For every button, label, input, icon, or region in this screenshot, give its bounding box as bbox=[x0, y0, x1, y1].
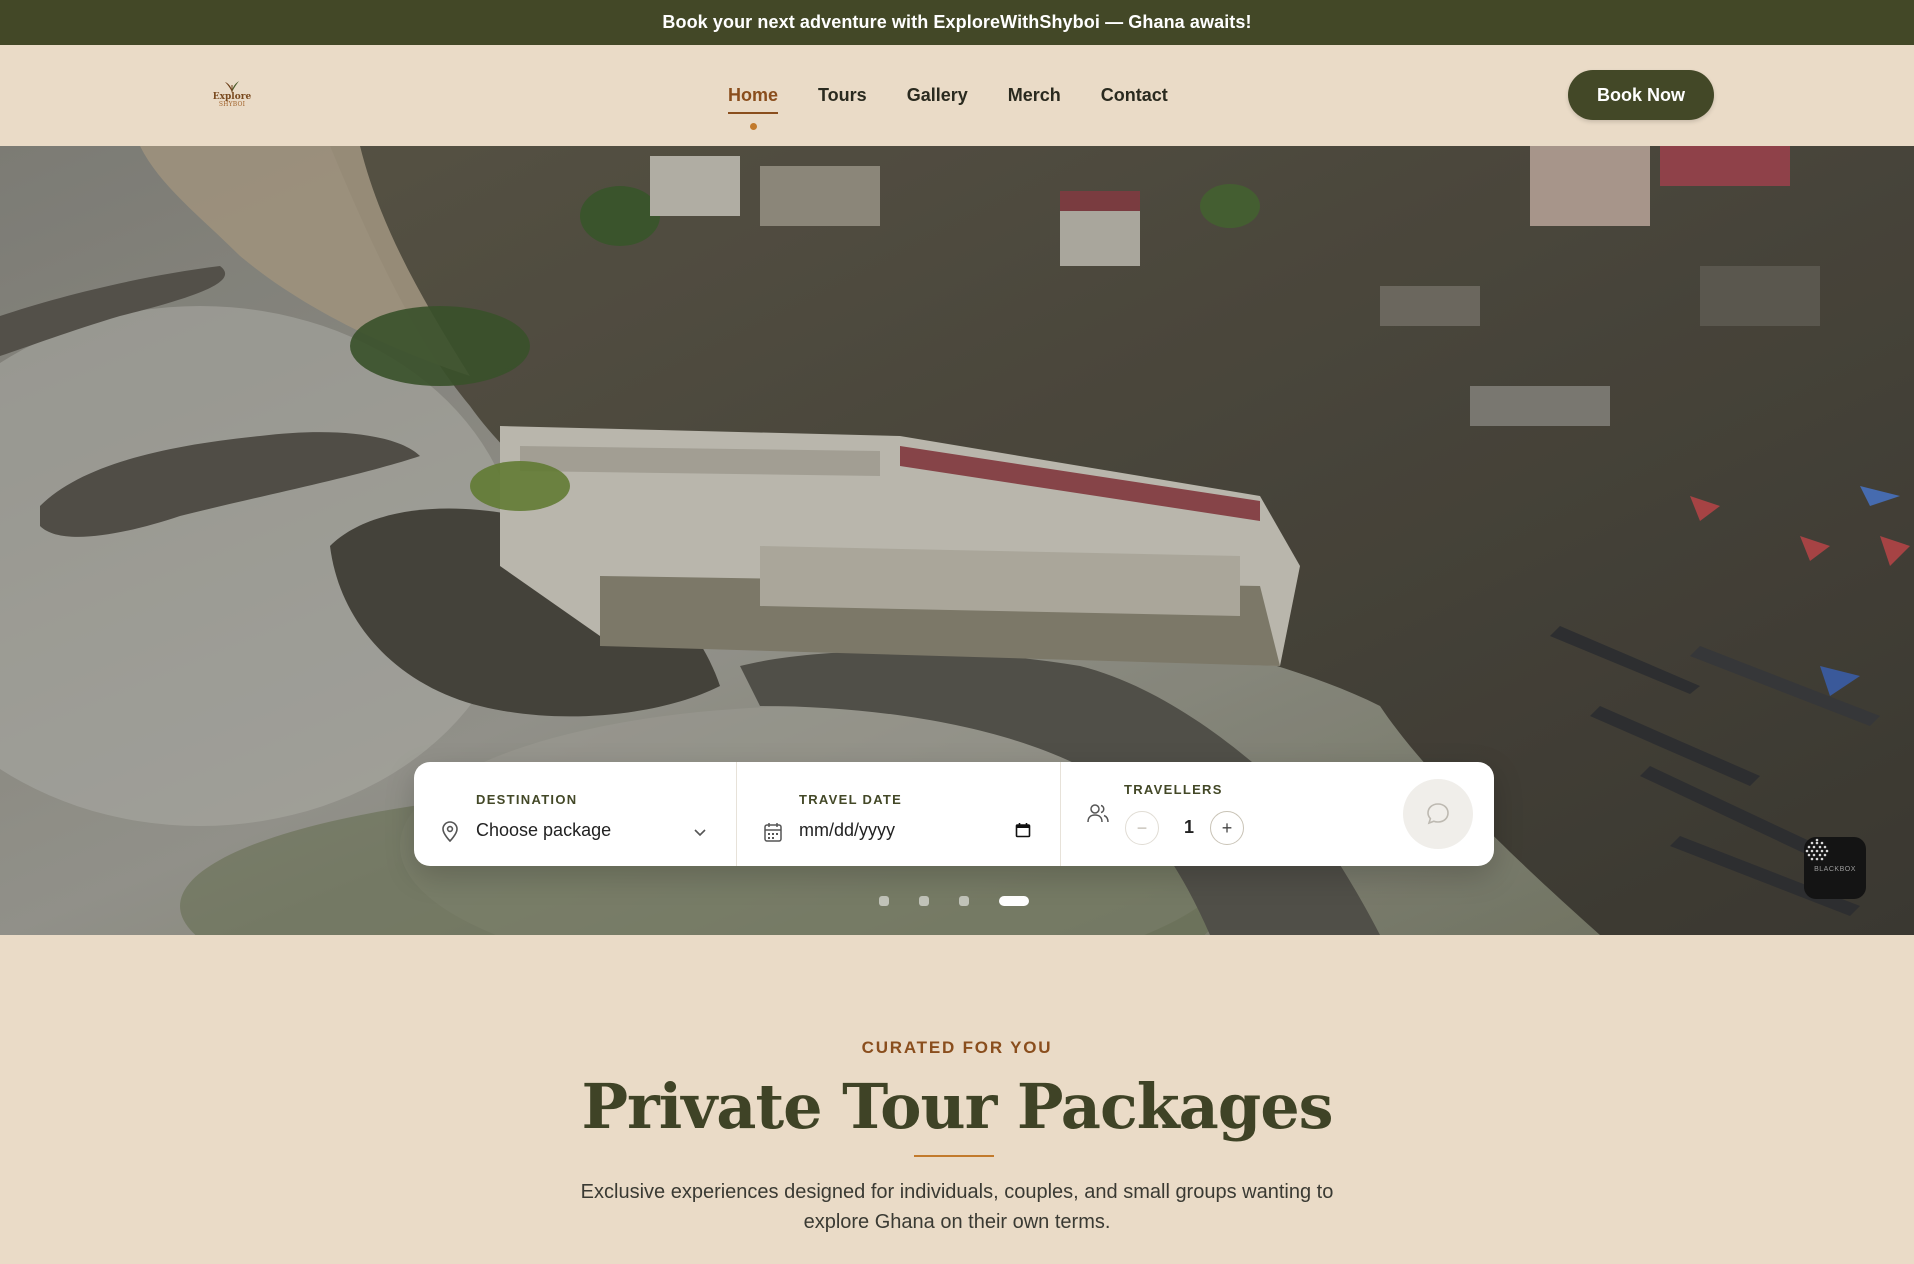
map-pin-icon bbox=[442, 821, 458, 843]
section-description: Exclusive experiences designed for indiv… bbox=[580, 1181, 1334, 1233]
section-title: Private Tour Packages bbox=[581, 1070, 1333, 1143]
chevron-down-icon[interactable] bbox=[693, 828, 707, 838]
travellers-increment-button[interactable]: + bbox=[1210, 811, 1244, 845]
active-indicator-dot bbox=[750, 123, 757, 130]
title-divider bbox=[914, 1155, 994, 1157]
carousel-dots bbox=[879, 895, 1029, 907]
main-nav: Home Tours Gallery Merch Contact bbox=[728, 45, 1208, 146]
site-header: Explore SHYBOI Home Tours Gallery Merch … bbox=[0, 45, 1914, 146]
blackbox-label: BLACKBOX bbox=[1814, 865, 1856, 873]
travellers-decrement-button[interactable]: − bbox=[1125, 811, 1159, 845]
travellers-count: 1 bbox=[1184, 817, 1195, 837]
blackbox-badge[interactable]: BLACKBOX bbox=[1804, 837, 1866, 899]
site-logo[interactable]: Explore SHYBOI bbox=[212, 75, 252, 111]
nav-contact[interactable]: Contact bbox=[1101, 85, 1168, 106]
nav-home-label: Home bbox=[728, 85, 779, 105]
logo-subtext: SHYBOI bbox=[218, 100, 246, 108]
users-icon bbox=[1087, 804, 1109, 823]
announcement-text: Book your next adventure with ExploreWit… bbox=[662, 12, 1252, 32]
travel-date-field[interactable]: TRAVEL DATE mm/dd/yyyy bbox=[737, 762, 1061, 866]
blackbox-logo-icon bbox=[1805, 838, 1829, 861]
carousel-dot-4[interactable] bbox=[999, 896, 1029, 906]
nav-tours[interactable]: Tours bbox=[818, 85, 867, 106]
carousel-dot-1[interactable] bbox=[879, 896, 889, 906]
nav-home[interactable]: Home bbox=[728, 85, 779, 130]
nav-contact-label: Contact bbox=[1100, 85, 1168, 105]
travel-date-label: TRAVEL DATE bbox=[799, 792, 903, 807]
nav-merch-label: Merch bbox=[1007, 85, 1061, 105]
date-picker-icon[interactable] bbox=[1015, 822, 1031, 838]
travel-date-input[interactable]: mm/dd/yyyy bbox=[799, 820, 895, 841]
booking-search-widget: DESTINATION Choose package TRAVEL DATE m… bbox=[414, 762, 1494, 866]
travellers-label: TRAVELLERS bbox=[1124, 782, 1223, 797]
destination-select[interactable]: Choose package bbox=[476, 820, 611, 841]
logo-wordmark: Explore bbox=[212, 91, 252, 102]
travellers-field: TRAVELLERS − 1 + bbox=[1061, 762, 1494, 866]
destination-field[interactable]: DESTINATION Choose package bbox=[414, 762, 737, 866]
nav-merch[interactable]: Merch bbox=[1008, 85, 1061, 106]
calendar-icon bbox=[764, 823, 782, 842]
destination-label: DESTINATION bbox=[476, 792, 578, 807]
nav-gallery-label: Gallery bbox=[906, 85, 968, 105]
carousel-dot-3[interactable] bbox=[959, 896, 969, 906]
carousel-dot-2[interactable] bbox=[919, 896, 929, 906]
nav-tours-label: Tours bbox=[818, 85, 867, 105]
announcement-bar: Book your next adventure with ExploreWit… bbox=[0, 0, 1914, 45]
leaf-logo-icon bbox=[225, 80, 239, 92]
packages-section: CURATED FOR YOU Private Tour Packages Ex… bbox=[0, 935, 1914, 1264]
section-eyebrow: CURATED FOR YOU bbox=[861, 1038, 1053, 1057]
chat-button[interactable] bbox=[1403, 779, 1473, 849]
book-now-button[interactable]: Book Now bbox=[1568, 70, 1714, 120]
chat-bubble-icon bbox=[1427, 803, 1449, 825]
nav-gallery[interactable]: Gallery bbox=[907, 85, 968, 106]
